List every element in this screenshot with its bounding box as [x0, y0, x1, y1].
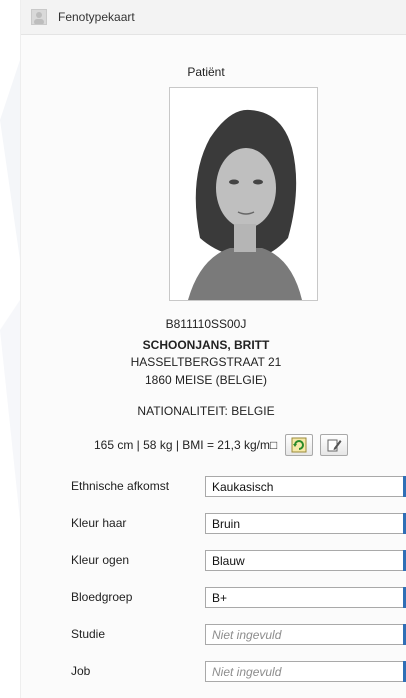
- field-row-study: Studie Niet ingevuld: [71, 624, 406, 646]
- job-select[interactable]: Niet ingevuld: [205, 661, 406, 682]
- hair-color-select[interactable]: Bruin: [205, 513, 406, 534]
- field-row-blood-type: Bloedgroep B+: [71, 587, 406, 609]
- field-label: Bloedgroep: [71, 590, 133, 604]
- patient-photo: [169, 87, 318, 301]
- patient-address-city: 1860 MEISE (BELGIE): [144, 373, 268, 387]
- ethnic-origin-select[interactable]: Kaukasisch: [205, 476, 406, 497]
- patient-nationality: NATIONALITEIT: BELGIE: [137, 404, 275, 418]
- person-placeholder-icon: [31, 9, 47, 25]
- field-row-hair-color: Kleur haar Bruin: [71, 513, 406, 535]
- refresh-button[interactable]: [285, 434, 314, 456]
- field-label: Job: [71, 664, 91, 678]
- select-value: Kaukasisch: [212, 480, 274, 494]
- field-row-job: Job Niet ingevuld: [71, 661, 406, 683]
- card-header: Fenotypekaart: [21, 0, 406, 35]
- select-value: Niet ingevuld: [212, 628, 282, 642]
- patient-address-street: HASSELTBERGSTRAAT 21: [130, 355, 282, 369]
- edit-icon: [327, 439, 342, 452]
- patient-name: SCHOONJANS, BRITT: [142, 338, 270, 352]
- card-title: Fenotypekaart: [58, 10, 135, 24]
- select-value: Niet ingevuld: [212, 665, 282, 679]
- patient-id: B811110SS00J: [165, 317, 247, 331]
- body-metrics: 165 cm | 58 kg | BMI = 21,3 kg/m□: [94, 438, 278, 452]
- phenotype-card: Fenotypekaart Patiënt B811110SS00J SCHOO…: [20, 0, 406, 698]
- field-row-eye-color: Kleur ogen Blauw: [71, 550, 406, 572]
- eye-color-select[interactable]: Blauw: [205, 550, 406, 571]
- refresh-icon: [291, 437, 307, 453]
- field-label: Kleur haar: [71, 516, 127, 530]
- blood-type-select[interactable]: B+: [205, 587, 406, 608]
- body-metrics-row: 165 cm | 58 kg | BMI = 21,3 kg/m□: [94, 433, 355, 457]
- field-row-ethnic-origin: Ethnische afkomst Kaukasisch: [71, 476, 406, 498]
- field-label: Ethnische afkomst: [71, 479, 170, 493]
- select-value: Blauw: [212, 554, 245, 568]
- edit-button[interactable]: [320, 434, 349, 456]
- study-select[interactable]: Niet ingevuld: [205, 624, 406, 645]
- select-value: Bruin: [212, 517, 241, 531]
- select-value: B+: [212, 591, 228, 605]
- field-label: Studie: [71, 627, 106, 641]
- field-label: Kleur ogen: [71, 553, 130, 567]
- patient-section-label: Patiënt: [187, 65, 225, 79]
